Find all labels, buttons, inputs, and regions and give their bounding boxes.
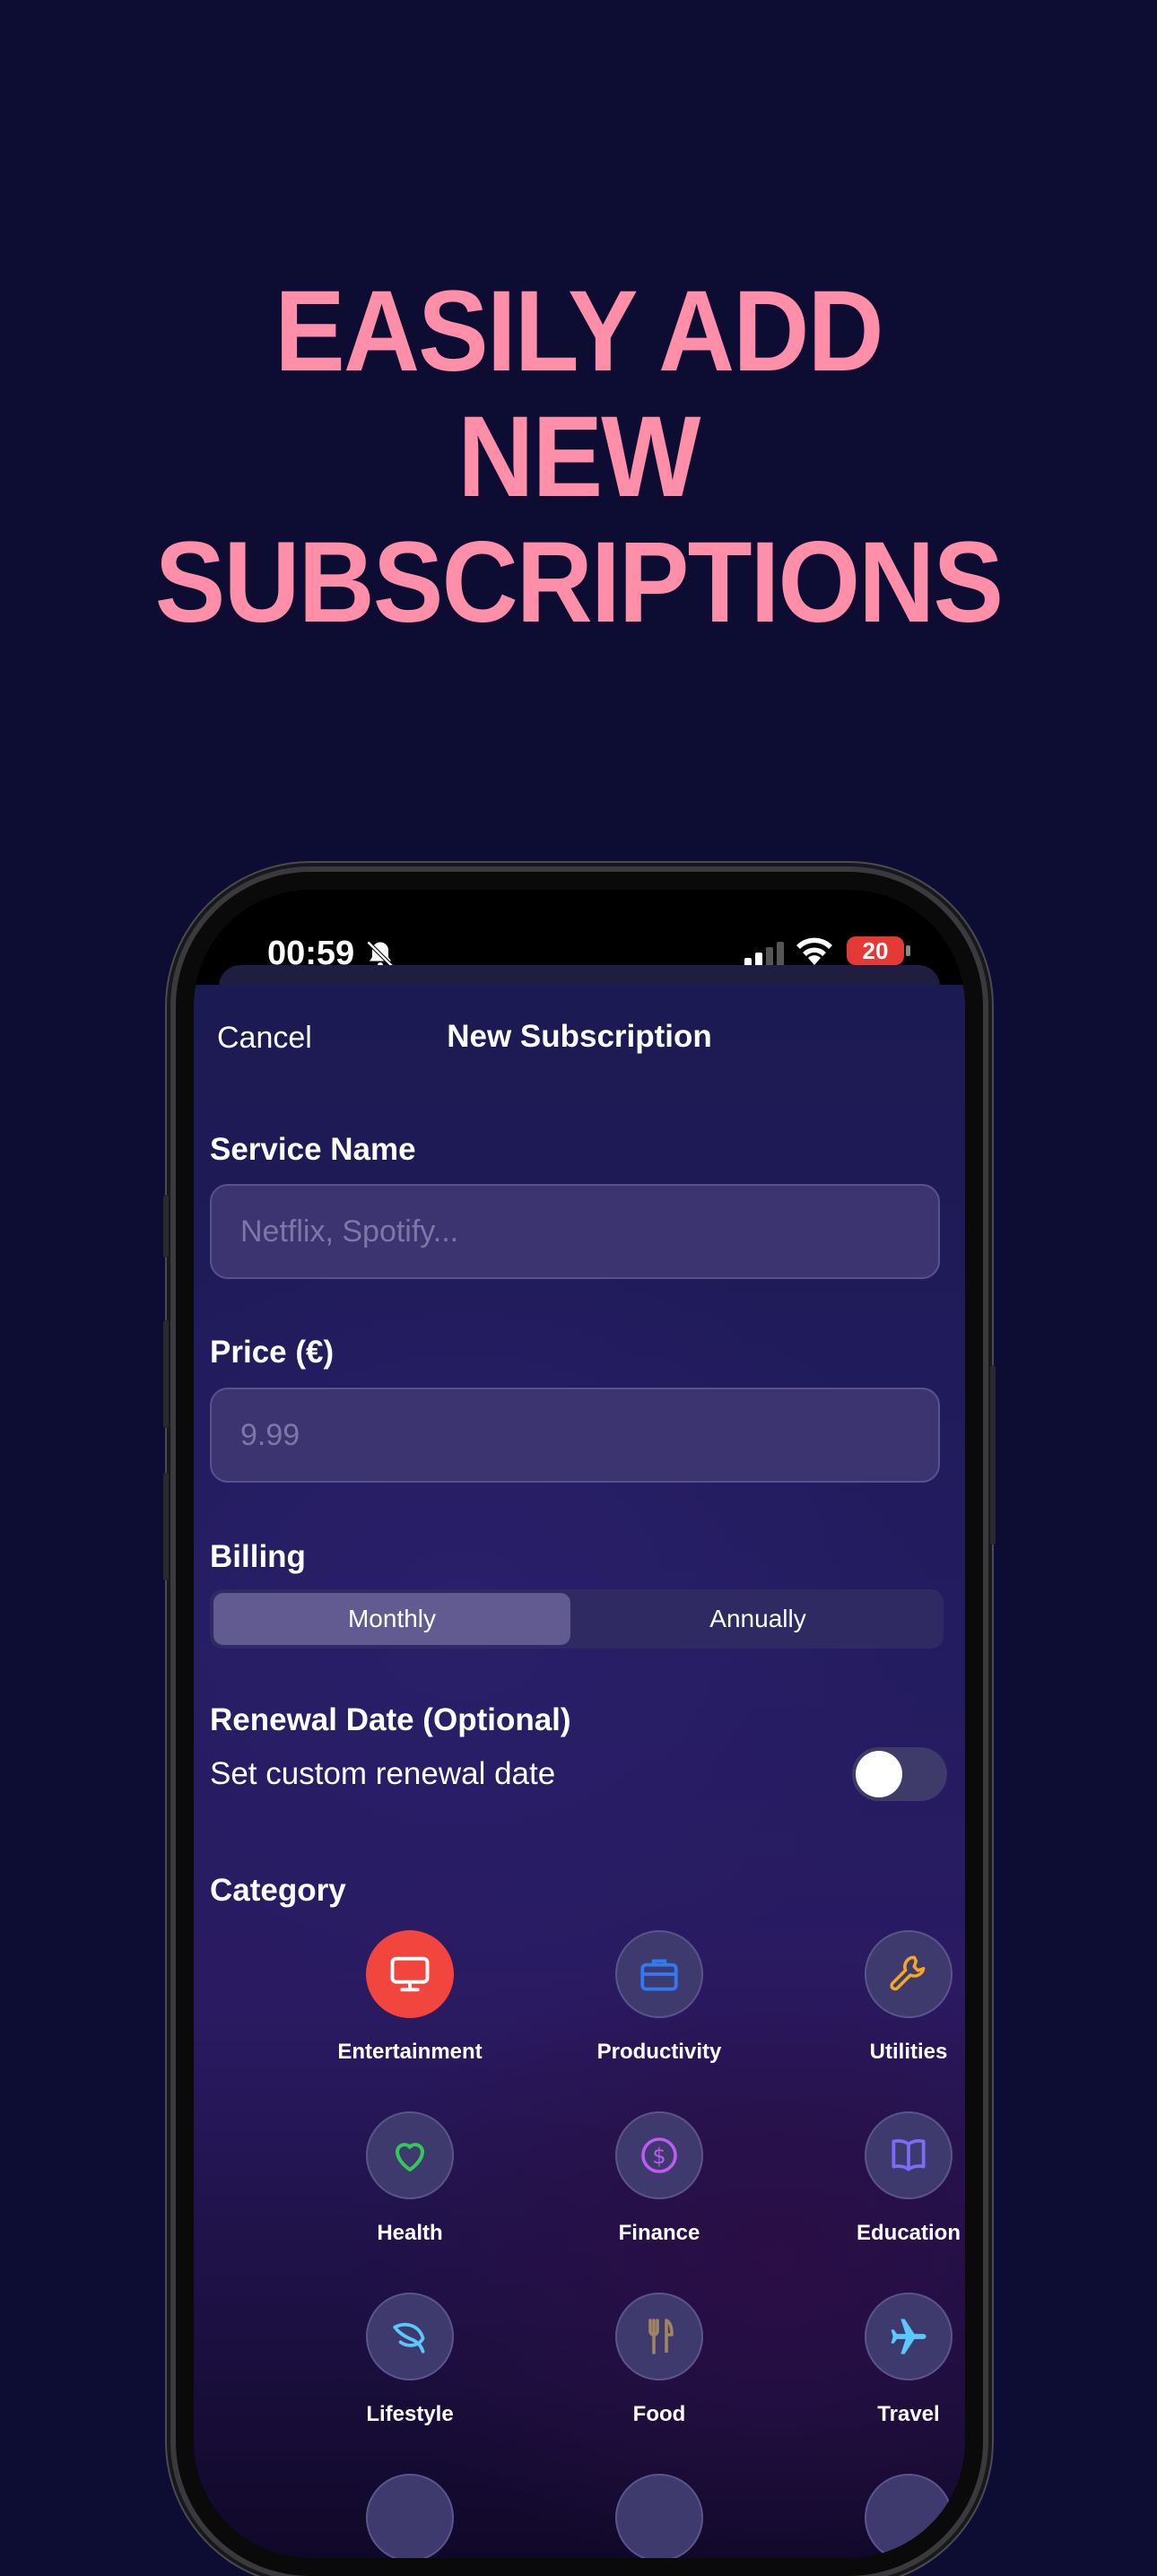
category-partial-circle (615, 2474, 703, 2558)
category-partial-circle (865, 2474, 953, 2558)
category-entertainment-label: Entertainment (337, 2040, 483, 2064)
book-icon (892, 2139, 926, 2171)
custom-renewal-label: Set custom renewal date (210, 1756, 556, 1791)
headline-line-1: EASILY ADD (274, 267, 883, 396)
category-travel[interactable]: Travel (796, 2293, 965, 2427)
battery-nub (906, 945, 910, 956)
airplane-icon (891, 2319, 926, 2354)
briefcase-icon (640, 1959, 678, 1991)
category-food-circle (615, 2293, 703, 2380)
category-health[interactable]: Health (298, 2111, 522, 2246)
category-lifestyle[interactable]: Lifestyle (298, 2293, 522, 2427)
cellular-signal-icon (744, 942, 784, 967)
cancel-button[interactable]: Cancel (217, 1021, 312, 1056)
heart-icon (396, 2143, 424, 2171)
category-education[interactable]: Education (796, 2111, 965, 2246)
category-education-circle (865, 2111, 953, 2199)
price-input[interactable]: 9.99 (210, 1388, 940, 1483)
mute-switch (163, 1195, 169, 1258)
category-lifestyle-circle (366, 2293, 454, 2380)
billing-segmented-control: Monthly Annually (210, 1589, 944, 1649)
headline-line-2: NEW (457, 393, 700, 521)
phone-frame: 00:59 20 New Subscription Cancel Service… (163, 872, 996, 2576)
dollar-circle-icon: $ (641, 2137, 677, 2173)
service-name-label: Service Name (210, 1132, 416, 1167)
category-food-label: Food (632, 2402, 686, 2426)
headline: EASILY ADD NEW SUBSCRIPTIONS (47, 269, 1111, 646)
category-entertainment[interactable]: Entertainment (298, 1930, 522, 2065)
custom-renewal-toggle[interactable] (852, 1747, 947, 1801)
category-item-partial[interactable] (796, 2474, 965, 2558)
leaf-icon (393, 2322, 425, 2354)
phone-screen: 00:59 20 New Subscription Cancel Service… (194, 890, 965, 2558)
category-travel-label: Travel (877, 2402, 940, 2426)
svg-text:$: $ (652, 2144, 665, 2169)
volume-down-button (163, 1473, 169, 1580)
billing-label: Billing (210, 1539, 306, 1574)
headline-line-3: SUBSCRIPTIONS (154, 518, 1004, 647)
category-finance-circle: $ (615, 2111, 703, 2199)
category-health-label: Health (377, 2221, 443, 2245)
fork-knife-icon (648, 2319, 674, 2354)
category-productivity-circle (615, 1930, 703, 2018)
category-finance-label: Finance (618, 2221, 700, 2245)
wifi-icon (796, 937, 832, 965)
category-item-partial[interactable] (547, 2474, 771, 2558)
billing-option-monthly[interactable]: Monthly (213, 1593, 570, 1645)
category-productivity-label: Productivity (596, 2040, 722, 2064)
battery-indicator: 20 (847, 936, 904, 965)
toggle-knob (856, 1751, 902, 1797)
volume-up-button (163, 1320, 169, 1428)
category-finance[interactable]: $ Finance (547, 2111, 771, 2246)
category-health-circle (366, 2111, 454, 2199)
category-utilities-label: Utilities (869, 2040, 948, 2064)
category-education-label: Education (856, 2221, 961, 2245)
category-utilities[interactable]: Utilities (796, 1930, 965, 2065)
category-utilities-circle (865, 1930, 953, 2018)
category-label: Category (210, 1873, 346, 1908)
price-label: Price (€) (210, 1335, 335, 1370)
category-productivity[interactable]: Productivity (547, 1930, 771, 2065)
service-name-input[interactable]: Netflix, Spotify... (210, 1184, 940, 1279)
wrench-icon (890, 1955, 926, 1991)
category-travel-circle (865, 2293, 953, 2380)
category-partial-circle (366, 2474, 454, 2558)
tv-icon (390, 1956, 430, 1992)
renewal-date-label: Renewal Date (Optional) (210, 1702, 571, 1737)
category-entertainment-circle (366, 1930, 454, 2018)
billing-option-annually[interactable]: Annually (576, 1593, 940, 1645)
power-button (990, 1365, 996, 1545)
category-food[interactable]: Food (547, 2293, 771, 2427)
category-lifestyle-label: Lifestyle (366, 2402, 454, 2426)
category-item-partial[interactable] (298, 2474, 522, 2558)
new-subscription-sheet: New Subscription Cancel Service Name Net… (194, 985, 965, 2558)
